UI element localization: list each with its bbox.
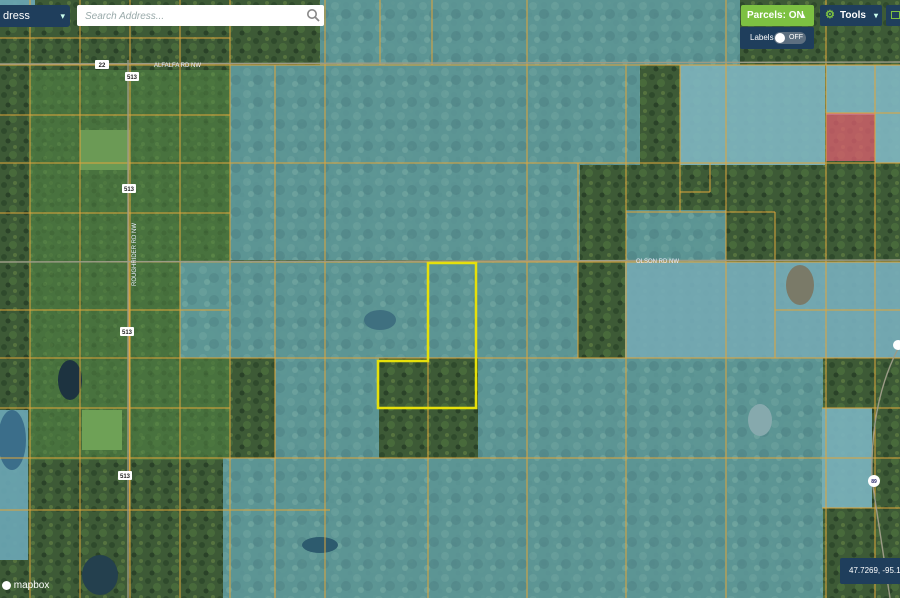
svg-text:89: 89	[871, 479, 877, 485]
chevron-up-icon: ▲	[799, 11, 807, 20]
parcels-toggle-button[interactable]: Parcels: ON ▲	[741, 5, 814, 26]
svg-text:513: 513	[124, 187, 135, 193]
field-patch	[82, 410, 122, 450]
chevron-down-icon: ▾	[873, 11, 878, 20]
chevron-down-icon: ▾	[60, 11, 65, 21]
route-shield: 89	[868, 475, 880, 487]
tools-label: Tools	[840, 10, 866, 21]
mapbox-logo-icon	[2, 580, 11, 590]
satellite-parcel-map[interactable]: ALFALFA RD NW ROUGHRIDER RD NW OLSON RD …	[0, 0, 900, 598]
gear-icon: ⚙	[825, 9, 835, 21]
field-patch	[80, 130, 130, 170]
route-shield: 22	[95, 60, 109, 69]
parcels-label: Parcels:	[747, 10, 786, 21]
road-label-olson: OLSON RD NW	[636, 259, 679, 265]
route-shield: 513	[122, 184, 136, 193]
layers-button[interactable]	[886, 5, 900, 26]
highlighted-parcel[interactable]	[826, 113, 875, 161]
tools-button[interactable]: ⚙ Tools ▾	[820, 5, 882, 26]
labels-label: Labels	[750, 33, 774, 42]
coordinates-readout: 47.7269, -95.109	[840, 558, 900, 584]
search-input[interactable]	[83, 7, 307, 26]
mapbox-label: mapbox	[13, 580, 50, 591]
svg-text:22: 22	[99, 63, 106, 69]
svg-text:513: 513	[127, 75, 138, 81]
labels-state: OFF	[789, 34, 803, 41]
route-shield: 513	[125, 72, 139, 81]
address-select-label: dress	[3, 10, 30, 22]
toggle-knob	[775, 33, 785, 43]
road-label-roughrider: ROUGHRIDER RD NW	[132, 223, 138, 286]
route-shield: 513	[120, 327, 134, 336]
svg-text:513: 513	[120, 474, 131, 480]
mapbox-attribution[interactable]: mapbox	[2, 579, 49, 593]
search-icon[interactable]	[306, 8, 320, 22]
svg-text:513: 513	[122, 330, 133, 336]
route-shield: 513	[118, 471, 132, 480]
address-search-type-select[interactable]: dress ▾	[0, 5, 70, 27]
labels-toggle-switch[interactable]: OFF	[774, 32, 806, 44]
address-search-box	[77, 5, 324, 26]
labels-toggle-panel: Labels OFF	[740, 27, 814, 49]
road-label-alfalfa: ALFALFA RD NW	[154, 63, 201, 69]
layers-icon	[891, 11, 900, 19]
